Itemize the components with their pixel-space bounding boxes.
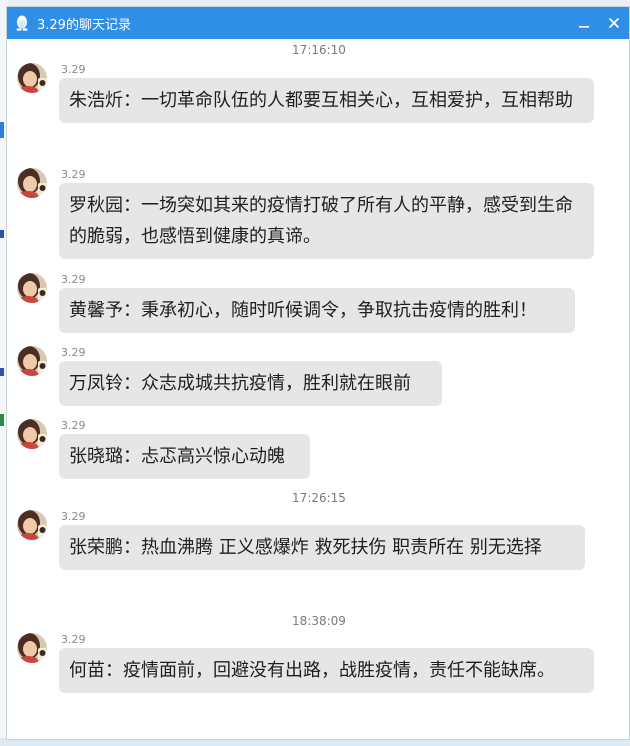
timestamp: 17:26:15 [292,491,346,505]
sender-name: 3.29 [61,273,86,286]
sender-name: 3.29 [61,419,86,432]
avatar-image [17,273,47,303]
background-mark [0,414,4,426]
message-bubble: 罗秋园：一场突如其来的疫情打破了所有人的平静，感受到生命的脆弱，也感悟到健康的真… [59,183,594,259]
avatar[interactable] [17,510,47,540]
message-list[interactable]: 17:16:10 3.29 朱浩炘：一切革命队伍的人都要互相关心，互相爱护，互相… [7,39,629,739]
avatar-image [17,419,47,449]
window-title: 3.29的聊天记录 [37,17,131,33]
chat-history-window: 3.29的聊天记录 17:16:10 3.29 朱浩炘：一切革命队伍的人都要互相… [6,6,630,740]
message-bubble: 万凤铃：众志成城共抗疫情，胜利就在眼前 [59,361,442,406]
minimize-button[interactable] [569,7,599,39]
avatar[interactable] [17,346,47,376]
avatar-image [17,346,47,376]
message-bubble: 何苗：疫情面前，回避没有出路，战胜疫情，责任不能缺席。 [59,648,594,693]
close-button[interactable] [599,7,629,39]
qq-penguin-icon [16,15,28,31]
avatar-image [17,63,47,93]
avatar[interactable] [17,633,47,663]
avatar-image [17,510,47,540]
background-mark [0,230,4,238]
sender-name: 3.29 [61,168,86,181]
background-mark [0,368,4,376]
message-bubble: 朱浩炘：一切革命队伍的人都要互相关心，互相爱护，互相帮助 [59,78,594,123]
minimize-icon [579,26,589,28]
avatar[interactable] [17,419,47,449]
sender-name: 3.29 [61,510,86,523]
avatar-image [17,168,47,198]
sender-name: 3.29 [61,633,86,646]
avatar[interactable] [17,168,47,198]
close-icon [608,17,620,29]
message-bubble: 张荣鹏：热血沸腾 正义感爆炸 救死扶伤 职责所在 别无选择 [59,525,585,570]
background-mark [0,122,4,138]
sender-name: 3.29 [61,346,86,359]
sender-name: 3.29 [61,63,86,76]
avatar-image [17,633,47,663]
avatar[interactable] [17,273,47,303]
message-bubble: 黄馨予：秉承初心，随时听候调令，争取抗击疫情的胜利！ [59,288,575,333]
title-bar[interactable]: 3.29的聊天记录 [7,7,629,39]
timestamp: 17:16:10 [292,43,346,57]
avatar[interactable] [17,63,47,93]
timestamp: 18:38:09 [292,614,346,628]
message-bubble: 张晓璐：忐忑高兴惊心动魄 [59,434,310,479]
